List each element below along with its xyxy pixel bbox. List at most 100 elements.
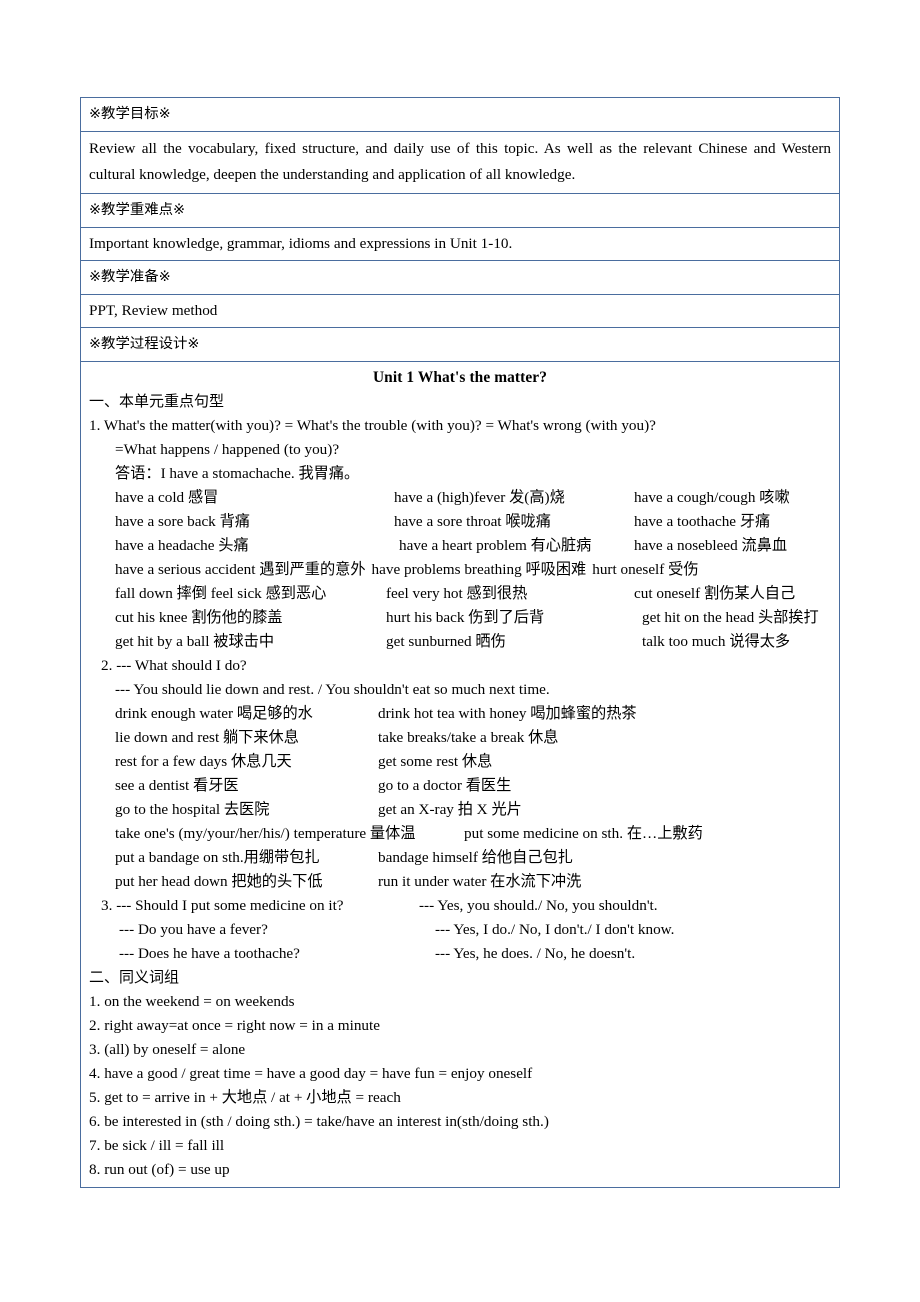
injury-row: get hit by a ball 被球击中 get sunburned 晒伤 … [89,630,831,654]
symptom-flow-col3: hurt oneself 受伤 [592,561,699,579]
keypoints-body-cell: Important knowledge, grammar, idioms and… [80,227,840,262]
item2-question: --- What should I do? [116,657,247,675]
advice-row: put her head down 把她的头下低 run it under wa… [89,870,831,894]
advice-col2: bandage himself 给他自己包扎 [378,849,573,867]
symptom-col2: have a heart problem 有心脏病 [399,537,592,555]
symptom-flow-row: have a serious accident 遇到严重的意外 have prob… [89,558,831,582]
synonym-item: 8. run out (of) = use up [89,1161,230,1179]
item3-qa-row: 3. --- Should I put some medicine on it?… [89,894,831,918]
symptom-col3: have a toothache 牙痛 [634,513,771,531]
document-page: ※教学目标※ Review all the vocabulary, fixed … [0,0,920,1302]
injury-row: cut his knee 割伤他的膝盖 hurt his back 伤到了后背 … [89,606,831,630]
advice-col1: put her head down 把她的头下低 [115,873,323,891]
keypoints-header-text: ※教学重难点※ [89,202,186,219]
preparation-header-text: ※教学准备※ [89,269,171,286]
injury-col2: get sunburned 晒伤 [386,633,506,651]
symptom-col2: have a (high)fever 发(高)烧 [394,489,565,507]
symptom-col3: have a cough/cough 咳嗽 [634,489,790,507]
injury-col3: talk too much 说得太多 [642,633,791,651]
advice-col1: see a dentist 看牙医 [115,777,239,795]
injury-row: fall down 摔倒 feel sick 感到恶心 feel very ho… [89,582,831,606]
symptom-flow-col1: have a serious accident 遇到严重的意外 [115,561,366,579]
table-row-process-header: ※教学过程设计※ [80,327,840,363]
advice-row: take one's (my/your/her/his/) temperatur… [89,822,831,846]
injury-col3: get hit on the head 头部挨打 [642,609,819,627]
preparation-header-cell: ※教学准备※ [80,260,840,296]
item3-answer-1: --- Yes, you should./ No, you shouldn't. [419,897,658,915]
item3-question-1: --- Should I put some medicine on it? [116,897,344,915]
advice-col2: drink hot tea with honey 喝加蜂蜜的热茶 [378,705,637,723]
advice-col1: lie down and rest 躺下来休息 [115,729,299,747]
table-row-preparation-header: ※教学准备※ [80,260,840,296]
item2-number: 2. [101,657,113,675]
advice-col1: go to the hospital 去医院 [115,801,270,819]
advice-col2: run it under water 在水流下冲洗 [378,873,582,891]
advice-row: go to the hospital 去医院 get an X-ray 拍 X … [89,798,831,822]
symptom-col1: have a cold 感冒 [115,489,219,507]
injury-col2: feel very hot 感到很热 [386,585,528,603]
item1-line1-text: What's the matter(with you)? = What's th… [103,417,656,435]
item1-line2: =What happens / happened (to you)? [115,441,340,459]
table-row-keypoints-body: Important knowledge, grammar, idioms and… [80,227,840,262]
advice-col2: get some rest 休息 [378,753,493,771]
advice-col2: put some medicine on sth. 在…上敷药 [464,825,703,843]
section-two-heading: 二、同义词组 [89,968,180,987]
advice-col1: put a bandage on sth.用绷带包扎 [115,849,320,867]
advice-row: see a dentist 看牙医 go to a doctor 看医生 [89,774,831,798]
injury-col1: cut his knee 割伤他的膝盖 [115,609,283,627]
objective-header-cell: ※教学目标※ [80,97,840,132]
injury-col3: cut oneself 割伤某人自己 [634,585,796,603]
process-header-text: ※教学过程设计※ [89,336,200,353]
synonym-item: 1. on the weekend = on weekends [89,992,295,1010]
keypoints-body-text: Important knowledge, grammar, idioms and… [89,235,513,253]
advice-col2: go to a doctor 看医生 [378,777,512,795]
objective-body-text: Review all the vocabulary, fixed structu… [89,139,831,184]
advice-col1: take one's (my/your/her/his/) temperatur… [115,825,416,843]
item3-question-3: --- Does he have a toothache? [119,945,300,963]
item3-row1: 3. --- Should I put some medicine on it? [101,894,344,918]
advice-col1: drink enough water 喝足够的水 [115,705,313,723]
symptom-row: have a headache 头痛 have a heart problem … [89,534,831,558]
symptom-col1: have a headache 头痛 [115,537,249,555]
item1-line1: 1. What's the matter(with you)? = What's… [89,414,831,438]
table-row-keypoints-header: ※教学重难点※ [80,193,840,229]
advice-row: put a bandage on sth.用绷带包扎 bandage himse… [89,846,831,870]
symptom-col3: have a nosebleed 流鼻血 [634,537,788,555]
item3-qa-row: --- Do you have a fever? --- Yes, I do./… [89,918,831,942]
objective-body-cell: Review all the vocabulary, fixed structu… [80,130,840,195]
item1-line3: 答语：I have a stomachache. 我胃痛。 [115,465,360,483]
advice-row: rest for a few days 休息几天 get some rest 休… [89,750,831,774]
symptom-col2: have a sore throat 喉咙痛 [394,513,551,531]
item1-number: 1. [89,417,101,435]
item3-answer-2: --- Yes, I do./ No, I don't./ I don't kn… [435,921,675,939]
injury-col1: get hit by a ball 被球击中 [115,633,275,651]
unit-title: Unit 1 What's the matter? [372,369,548,387]
symptom-flow-col2: have problems breathing 呼吸困难 [371,561,587,579]
item3-question-2: --- Do you have a fever? [119,921,268,939]
keypoints-header-cell: ※教学重难点※ [80,193,840,229]
preparation-body-cell: PPT, Review method [80,294,840,329]
symptom-row: have a cold 感冒 have a (high)fever 发(高)烧 … [89,486,831,510]
synonym-item: 3. (all) by oneself = alone [89,1040,246,1058]
process-body-cell: Unit 1 What's the matter? 一、本单元重点句型 1. W… [80,361,840,1189]
table-row-objective-header: ※教学目标※ [80,97,840,132]
advice-col2: take breaks/take a break 休息 [378,729,559,747]
synonym-item: 2. right away=at once = right now = in a… [89,1016,380,1034]
synonym-item: 4. have a good / great time = have a goo… [89,1064,533,1082]
item3-answer-3: --- Yes, he does. / No, he doesn't. [435,945,636,963]
table-row-objective-body: Review all the vocabulary, fixed structu… [80,130,840,195]
lesson-plan-table: ※教学目标※ Review all the vocabulary, fixed … [80,97,840,1189]
synonym-item: 5. get to = arrive in + 大地点 / at + 小地点 =… [89,1088,401,1106]
synonym-item: 6. be interested in (sth / doing sth.) =… [89,1112,549,1130]
process-header-cell: ※教学过程设计※ [80,327,840,363]
synonym-item: 7. be sick / ill = fall ill [89,1137,225,1154]
table-row-process-body: Unit 1 What's the matter? 一、本单元重点句型 1. W… [80,361,840,1189]
objective-header-text: ※教学目标※ [89,106,171,122]
preparation-body-text: PPT, Review method [89,302,218,320]
item3-qa-row: --- Does he have a toothache? --- Yes, h… [89,942,831,966]
advice-row: lie down and rest 躺下来休息 take breaks/take… [89,726,831,750]
symptom-col1: have a sore back 背痛 [115,513,250,531]
item2-question-line: 2. --- What should I do? [89,654,831,678]
item2-answer: --- You should lie down and rest. / You … [115,681,550,699]
table-row-preparation-body: PPT, Review method [80,294,840,329]
